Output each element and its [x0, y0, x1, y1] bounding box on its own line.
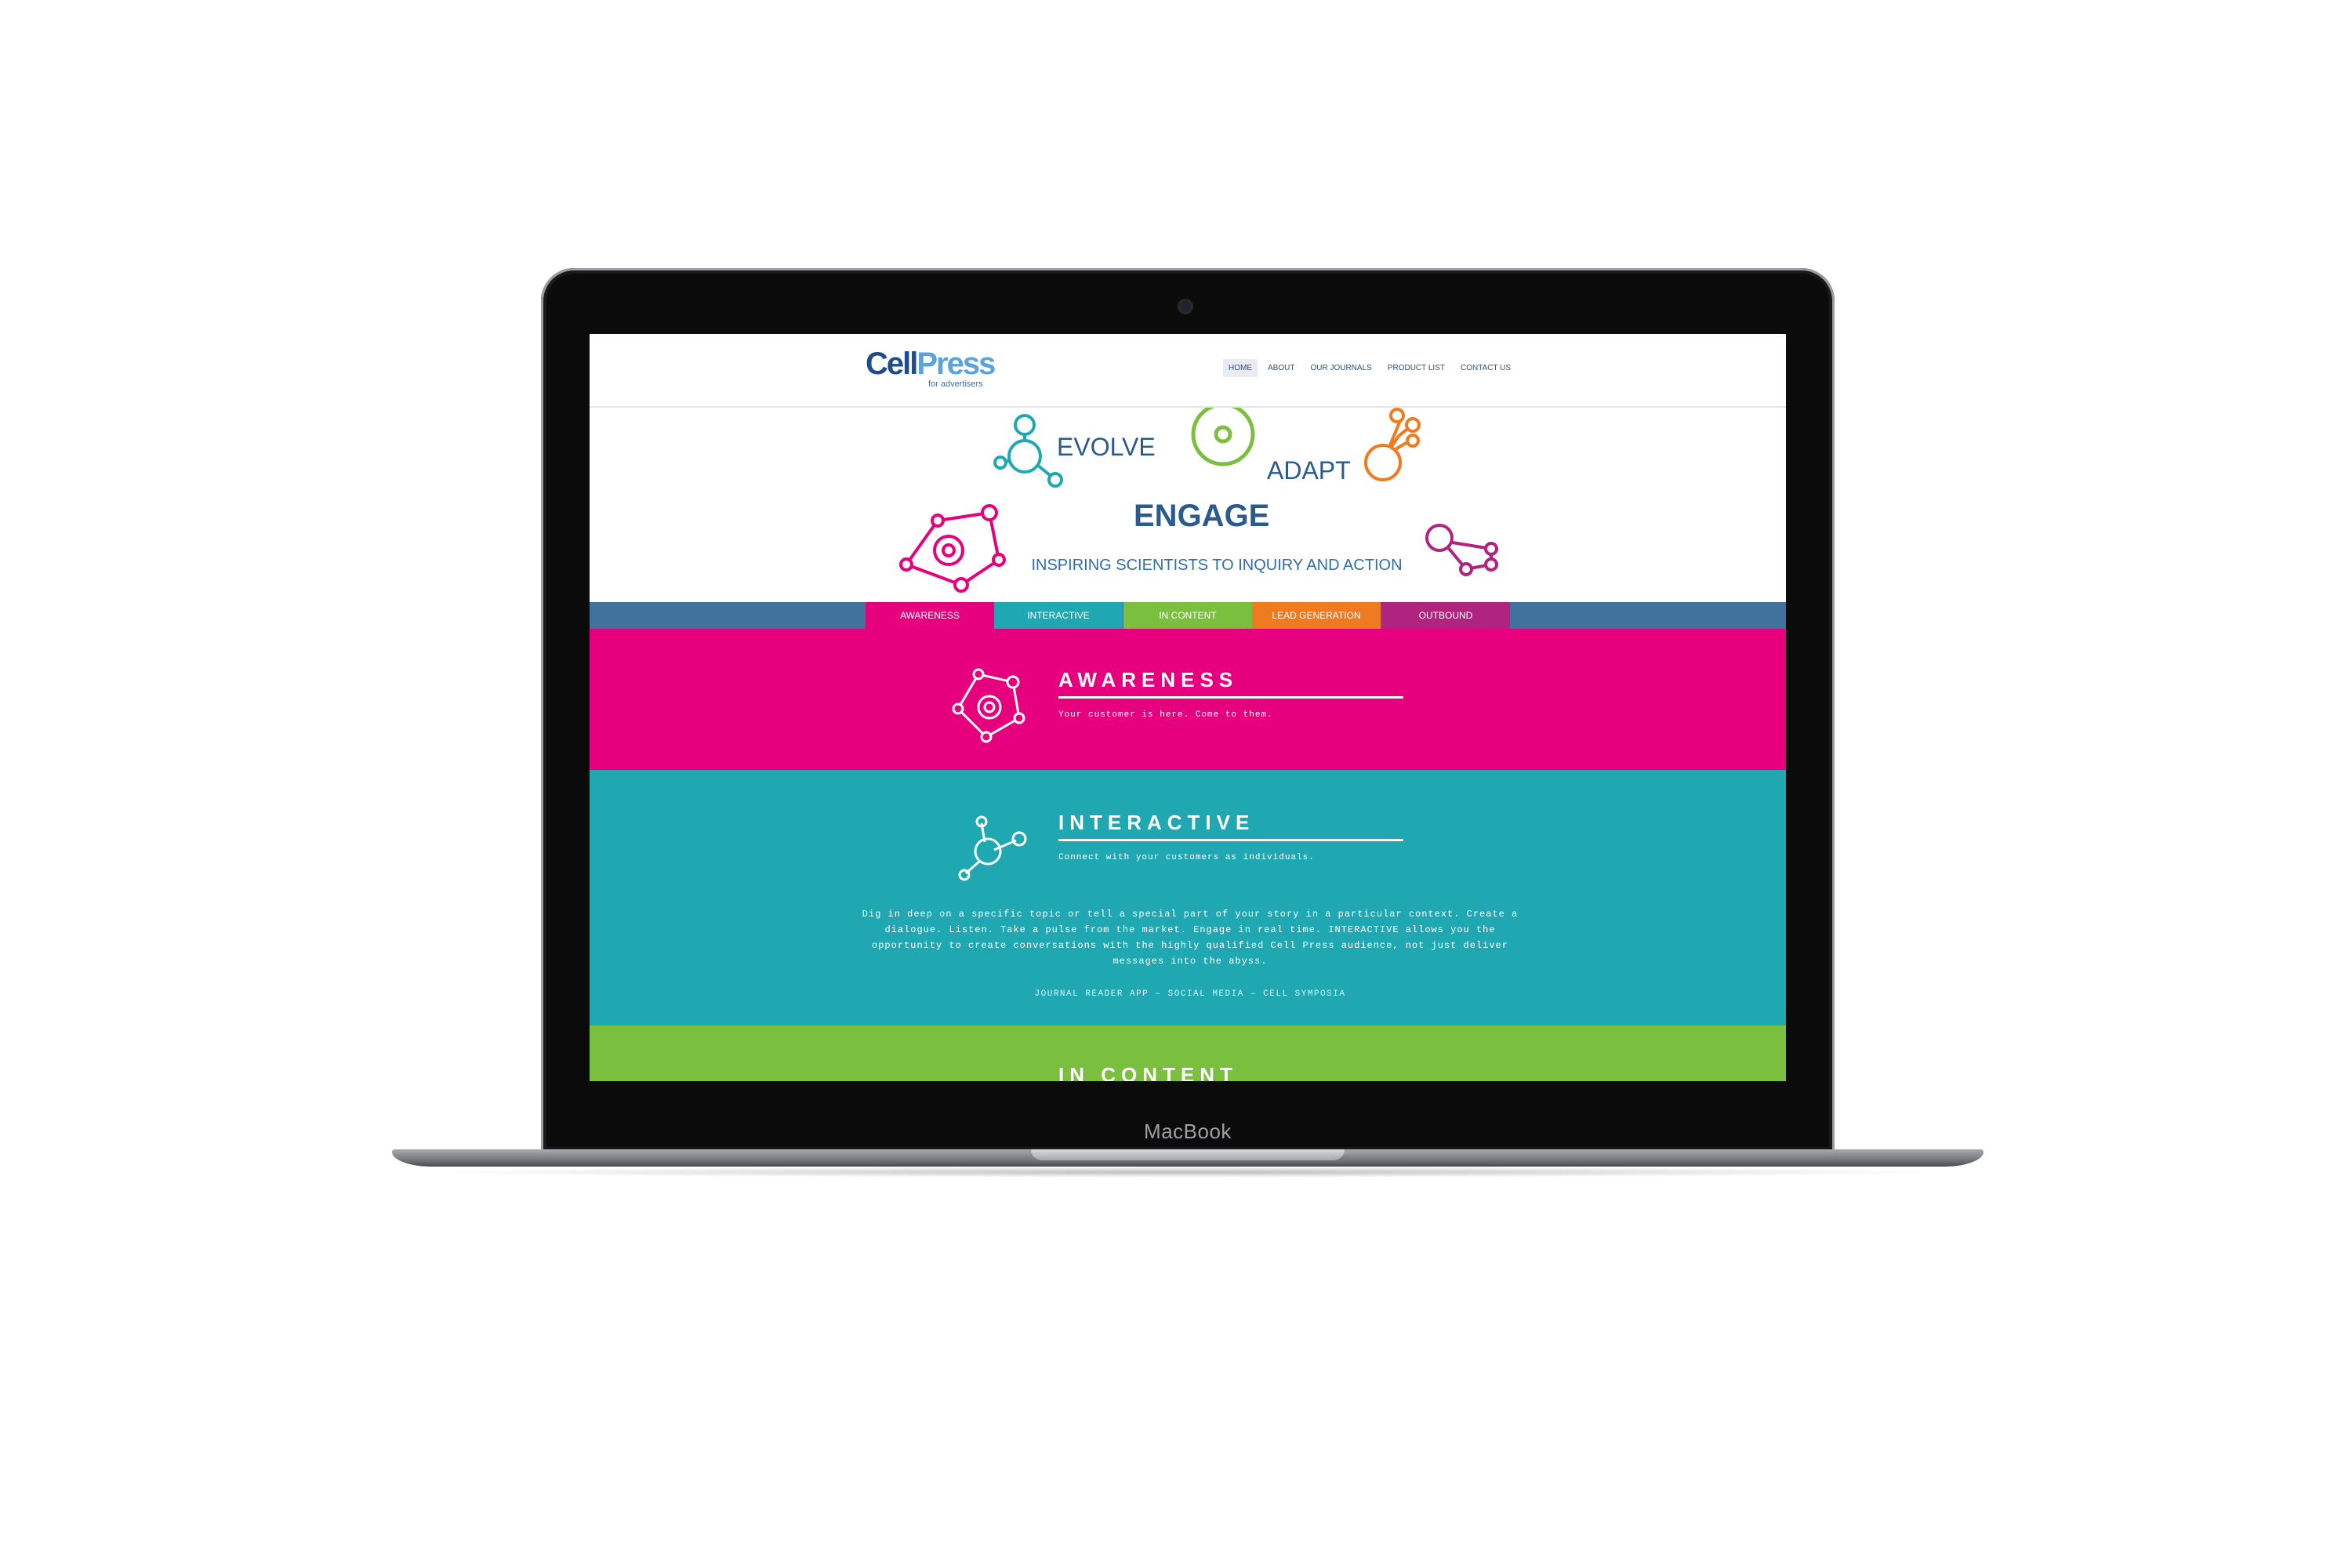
interactive-subtitle: Connect with your customers as individua… [1058, 853, 1315, 862]
logo-subtitle: for advertisers [928, 379, 983, 389]
interactive-molecule-icon [958, 815, 1027, 881]
awareness-section: AWARENESS Your customer is here. Come to… [590, 629, 1786, 770]
interactive-body: Dig in deep on a specific topic or tell … [862, 909, 1519, 967]
nav-product-list[interactable]: PRODUCT LIST [1382, 359, 1450, 377]
hero-tagline: INSPIRING SCIENTISTS TO INQUIRY AND ACTI… [1031, 557, 1403, 574]
nav-home[interactable]: HOME [1223, 359, 1258, 377]
orange-molecule-icon [1364, 408, 1421, 481]
hero-banner: EVOLVE ADAPT ENGAGE INSPIRING SCIENTISTS… [590, 408, 1786, 596]
awareness-subtitle: Your customer is here. Come to them. [1058, 710, 1273, 720]
interactive-underline [1058, 839, 1403, 841]
logo-cell: Cell [866, 347, 918, 381]
device-label: MacBook [1144, 1120, 1232, 1143]
purple-molecule-icon [1425, 524, 1498, 576]
category-tabs-bar: AWARENESS INTERACTIVE IN CONTENT LEAD GE… [590, 602, 1786, 629]
hero-word-adapt: ADAPT [1267, 456, 1351, 485]
tab-awareness[interactable]: AWARENESS [866, 602, 994, 629]
green-ring-icon [1191, 408, 1255, 466]
site-header: CellPress for advertisers HOME ABOUT OUR… [590, 334, 1786, 408]
awareness-pentagon-icon [952, 668, 1025, 743]
nav-contact-us[interactable]: CONTACT US [1455, 359, 1516, 377]
tab-lead-generation[interactable]: LEAD GENERATION [1252, 602, 1381, 629]
tab-in-content[interactable]: IN CONTENT [1123, 602, 1252, 629]
nav-our-journals[interactable]: OUR JOURNALS [1305, 359, 1377, 377]
main-nav: HOME ABOUT OUR JOURNALS PRODUCT LIST CON… [1223, 359, 1516, 377]
interactive-links[interactable]: JOURNAL READER APP – SOCIAL MEDIA – CELL… [861, 989, 1519, 999]
in-content-title: IN CONTENT [1058, 1063, 1238, 1081]
awareness-title: AWARENESS [1058, 668, 1239, 691]
in-content-section: IN CONTENT [590, 1025, 1786, 1081]
interactive-title: INTERACTIVE [1058, 811, 1255, 834]
teal-molecule-icon [993, 414, 1063, 488]
magenta-pentagon-icon [899, 504, 1006, 593]
laptop-shadow [423, 1167, 1952, 1178]
logo-press: Press [916, 347, 996, 381]
tab-outbound[interactable]: OUTBOUND [1381, 602, 1510, 629]
hero-word-evolve: EVOLVE [1057, 433, 1156, 461]
laptop-notch [1031, 1149, 1345, 1160]
hero-word-engage: ENGAGE [1134, 499, 1270, 533]
tab-interactive[interactable]: INTERACTIVE [994, 602, 1123, 629]
interactive-section: INTERACTIVE Connect with your customers … [590, 770, 1786, 1025]
website-screen: CellPress for advertisers HOME ABOUT OUR… [590, 334, 1786, 1081]
cellpress-logo[interactable]: CellPress for advertisers [866, 347, 996, 389]
nav-about[interactable]: ABOUT [1262, 359, 1300, 377]
logo-wordmark: CellPress [866, 347, 996, 381]
camera-icon [1180, 301, 1191, 312]
awareness-underline [1058, 696, 1403, 699]
